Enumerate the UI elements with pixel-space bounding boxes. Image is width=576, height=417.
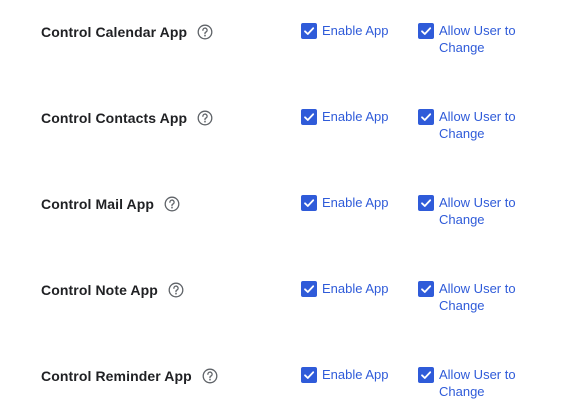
setting-label: Control Contacts App [41,110,188,126]
app-control-settings-list: Control Calendar App Enable App Allow Us… [0,0,576,417]
checkbox-checked-icon[interactable] [301,367,317,383]
checkbox-checked-icon[interactable] [418,195,434,211]
enable-app-label[interactable]: Enable App [322,108,389,125]
question-circle-icon[interactable] [197,24,213,40]
question-circle-icon[interactable] [164,196,180,212]
enable-app-label[interactable]: Enable App [322,194,389,211]
setting-label-group: Control Reminder App [41,366,218,386]
allow-user-change-checkbox[interactable]: Allow User to Change [418,108,529,142]
enable-app-label[interactable]: Enable App [322,366,389,383]
setting-label-group: Control Note App [41,280,184,300]
setting-label: Control Calendar App [41,24,188,40]
enable-app-checkbox[interactable]: Enable App [301,366,389,383]
checkbox-checked-icon[interactable] [418,281,434,297]
allow-user-change-checkbox[interactable]: Allow User to Change [418,366,529,400]
allow-user-change-checkbox[interactable]: Allow User to Change [418,194,529,228]
enable-app-checkbox[interactable]: Enable App [301,108,389,125]
enable-app-checkbox[interactable]: Enable App [301,280,389,297]
setting-row-reminder: Control Reminder App Enable App Allow Us… [0,366,576,406]
checkbox-checked-icon[interactable] [301,109,317,125]
setting-row-mail: Control Mail App Enable App Allow User t… [0,194,576,234]
allow-user-change-label[interactable]: Allow User to Change [439,108,529,142]
checkbox-checked-icon[interactable] [301,23,317,39]
setting-label-group: Control Mail App [41,194,180,214]
enable-app-label[interactable]: Enable App [322,22,389,39]
question-circle-icon[interactable] [202,368,218,384]
question-circle-icon[interactable] [168,282,184,298]
checkbox-checked-icon[interactable] [418,367,434,383]
checkbox-checked-icon[interactable] [418,109,434,125]
enable-app-checkbox[interactable]: Enable App [301,22,389,39]
allow-user-change-label[interactable]: Allow User to Change [439,194,529,228]
setting-label: Control Note App [41,282,158,298]
enable-app-checkbox[interactable]: Enable App [301,194,389,211]
checkbox-checked-icon[interactable] [301,195,317,211]
allow-user-change-label[interactable]: Allow User to Change [439,366,529,400]
checkbox-checked-icon[interactable] [418,23,434,39]
checkbox-checked-icon[interactable] [301,281,317,297]
setting-label: Control Mail App [41,196,155,212]
setting-row-note: Control Note App Enable App Allow User t… [0,280,576,320]
setting-label-group: Control Contacts App [41,108,213,128]
allow-user-change-checkbox[interactable]: Allow User to Change [418,22,529,56]
enable-app-label[interactable]: Enable App [322,280,389,297]
allow-user-change-label[interactable]: Allow User to Change [439,280,529,314]
allow-user-change-label[interactable]: Allow User to Change [439,22,529,56]
setting-row-contacts: Control Contacts App Enable App Allow Us… [0,108,576,148]
setting-label: Control Reminder App [41,368,192,384]
setting-label-group: Control Calendar App [41,22,213,42]
setting-row-calendar: Control Calendar App Enable App Allow Us… [0,22,576,62]
allow-user-change-checkbox[interactable]: Allow User to Change [418,280,529,314]
question-circle-icon[interactable] [197,110,213,126]
